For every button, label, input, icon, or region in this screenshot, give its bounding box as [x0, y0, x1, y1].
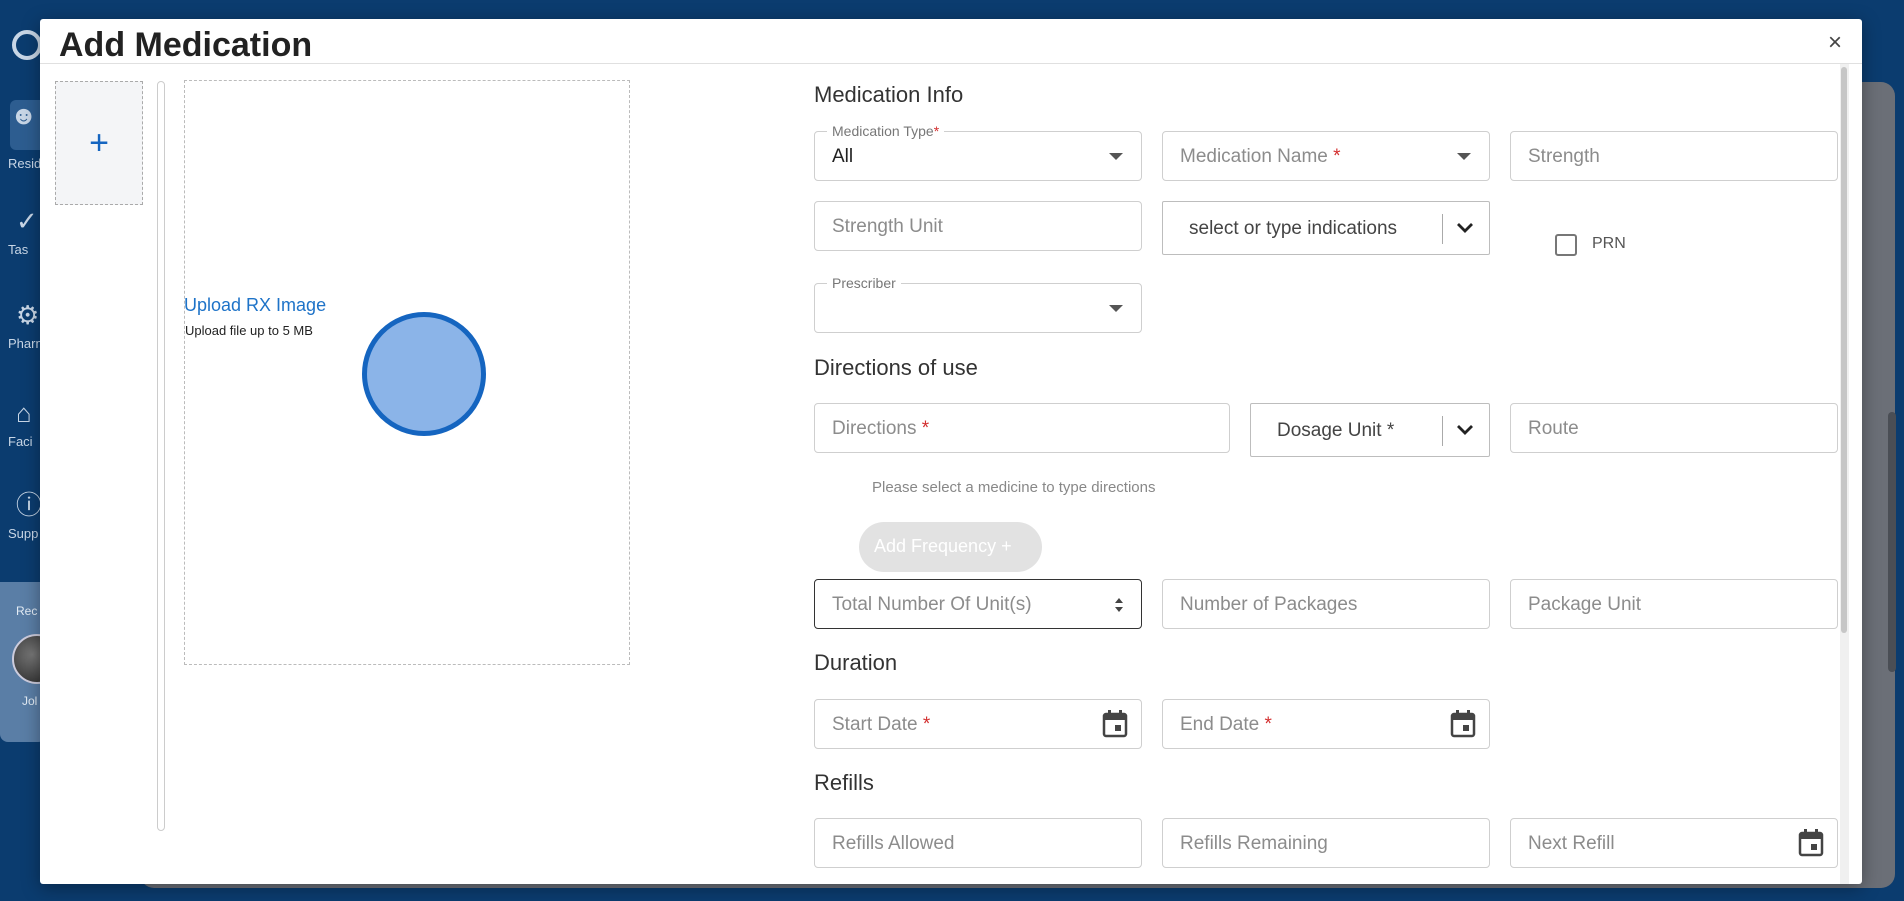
package-unit-input[interactable]: Package Unit — [1510, 579, 1838, 629]
app-topbar — [0, 0, 1904, 20]
required-mark: * — [933, 123, 940, 139]
add-medication-dialog: Add Medication × + Upload RX Image Uploa… — [40, 19, 1862, 884]
select-separator — [1442, 214, 1443, 244]
indications-select[interactable]: select or type indications — [1162, 201, 1490, 255]
required-mark: * — [1333, 146, 1341, 167]
medication-type-label: Medication Type* — [827, 123, 945, 139]
section-duration: Duration — [814, 650, 898, 675]
calendar-icon[interactable] — [1102, 710, 1128, 738]
add-image-button[interactable]: + — [55, 81, 143, 205]
divider — [40, 63, 1862, 64]
required-mark: * — [1264, 714, 1272, 735]
plus-icon: + — [89, 123, 109, 162]
prescriber-select[interactable]: Prescriber — [814, 275, 1142, 333]
prescriber-label: Prescriber — [827, 275, 901, 291]
app-logo — [12, 30, 42, 60]
select-separator — [1442, 416, 1443, 446]
directions-input[interactable]: Directions * — [814, 403, 1230, 453]
refills-remaining-placeholder: Refills Remaining — [1180, 833, 1328, 854]
start-date-placeholder: Start Date * — [832, 714, 930, 736]
dialog-title: Add Medication — [59, 26, 313, 64]
recent-resident-name: Jol — [22, 694, 38, 708]
form-scrollbar-thumb[interactable] — [1841, 67, 1847, 633]
prn-label: PRN — [1592, 235, 1626, 252]
dosage-unit-select[interactable]: Dosage Unit * — [1250, 403, 1490, 457]
chevron-down-icon[interactable] — [1455, 419, 1475, 439]
chevron-down-icon[interactable] — [1455, 217, 1475, 237]
directions-placeholder: Directions * — [832, 418, 929, 440]
directions-helper-text: Please select a medicine to type directi… — [872, 479, 1156, 496]
total-units-input[interactable]: Total Number Of Unit(s) — [814, 579, 1142, 629]
medication-name-select[interactable]: Medication Name * — [1162, 131, 1490, 181]
end-date-text: End Date — [1180, 714, 1260, 735]
required-mark: * — [921, 418, 930, 439]
add-frequency-button[interactable]: Add Frequency + — [859, 522, 1042, 572]
total-units-placeholder: Total Number Of Unit(s) — [832, 594, 1032, 615]
caret-down-icon — [1457, 153, 1471, 160]
directions-text: Directions — [832, 418, 917, 439]
indications-placeholder: select or type indications — [1189, 218, 1398, 239]
section-directions: Directions of use — [814, 355, 978, 380]
thumbnail-scrollbar[interactable] — [157, 81, 165, 831]
caret-down-icon — [1109, 305, 1123, 312]
route-placeholder: Route — [1528, 418, 1579, 439]
refills-remaining-input[interactable]: Refills Remaining — [1162, 818, 1490, 868]
next-refill-input[interactable]: Next Refill — [1510, 818, 1838, 868]
upload-rx-title[interactable]: Upload RX Image — [184, 295, 326, 316]
end-date-placeholder: End Date * — [1180, 714, 1272, 736]
dosage-unit-placeholder: Dosage Unit * — [1277, 420, 1395, 441]
medication-type-value: All — [832, 146, 854, 167]
upload-rx-dropzone[interactable] — [184, 80, 630, 665]
number-of-packages-input[interactable]: Number of Packages — [1162, 579, 1490, 629]
medication-type-label-text: Medication Type — [832, 123, 934, 139]
refills-allowed-placeholder: Refills Allowed — [832, 833, 955, 854]
required-mark: * — [922, 714, 931, 735]
upload-rx-subtitle: Upload file up to 5 MB — [185, 323, 313, 338]
calendar-icon[interactable] — [1798, 829, 1824, 857]
end-date-input[interactable]: End Date * — [1162, 699, 1490, 749]
strength-unit-placeholder: Strength Unit — [832, 216, 943, 237]
strength-placeholder: Strength — [1528, 146, 1600, 167]
caret-down-icon — [1109, 153, 1123, 160]
medication-name-placeholder: Medication Name * — [1180, 146, 1341, 168]
sidebar-item-label: Tas — [8, 242, 29, 257]
next-refill-placeholder: Next Refill — [1528, 833, 1615, 854]
strength-unit-input[interactable]: Strength Unit — [814, 201, 1142, 251]
sidebar-item-label: Faci — [8, 434, 33, 449]
sidebar-item-label: Supp — [8, 526, 39, 541]
route-input[interactable]: Route — [1510, 403, 1838, 453]
medication-name-text: Medication Name — [1180, 146, 1328, 167]
close-icon[interactable]: × — [1828, 31, 1842, 55]
start-date-text: Start Date — [832, 714, 918, 735]
section-medication-info: Medication Info — [814, 82, 964, 107]
package-unit-placeholder: Package Unit — [1528, 594, 1642, 615]
prn-checkbox[interactable] — [1555, 234, 1577, 256]
calendar-icon[interactable] — [1450, 710, 1476, 738]
refills-allowed-input[interactable]: Refills Allowed — [814, 818, 1142, 868]
number-spinner-icon[interactable] — [1113, 596, 1125, 614]
section-refills: Refills — [814, 770, 874, 795]
strength-input[interactable]: Strength — [1510, 131, 1838, 181]
app-scrollbar[interactable] — [1888, 412, 1896, 672]
number-of-packages-placeholder: Number of Packages — [1180, 594, 1358, 615]
start-date-input[interactable]: Start Date * — [814, 699, 1142, 749]
sidebar-item-label: Resid — [8, 156, 42, 171]
medication-type-select[interactable]: Medication Type* All — [814, 123, 1142, 181]
